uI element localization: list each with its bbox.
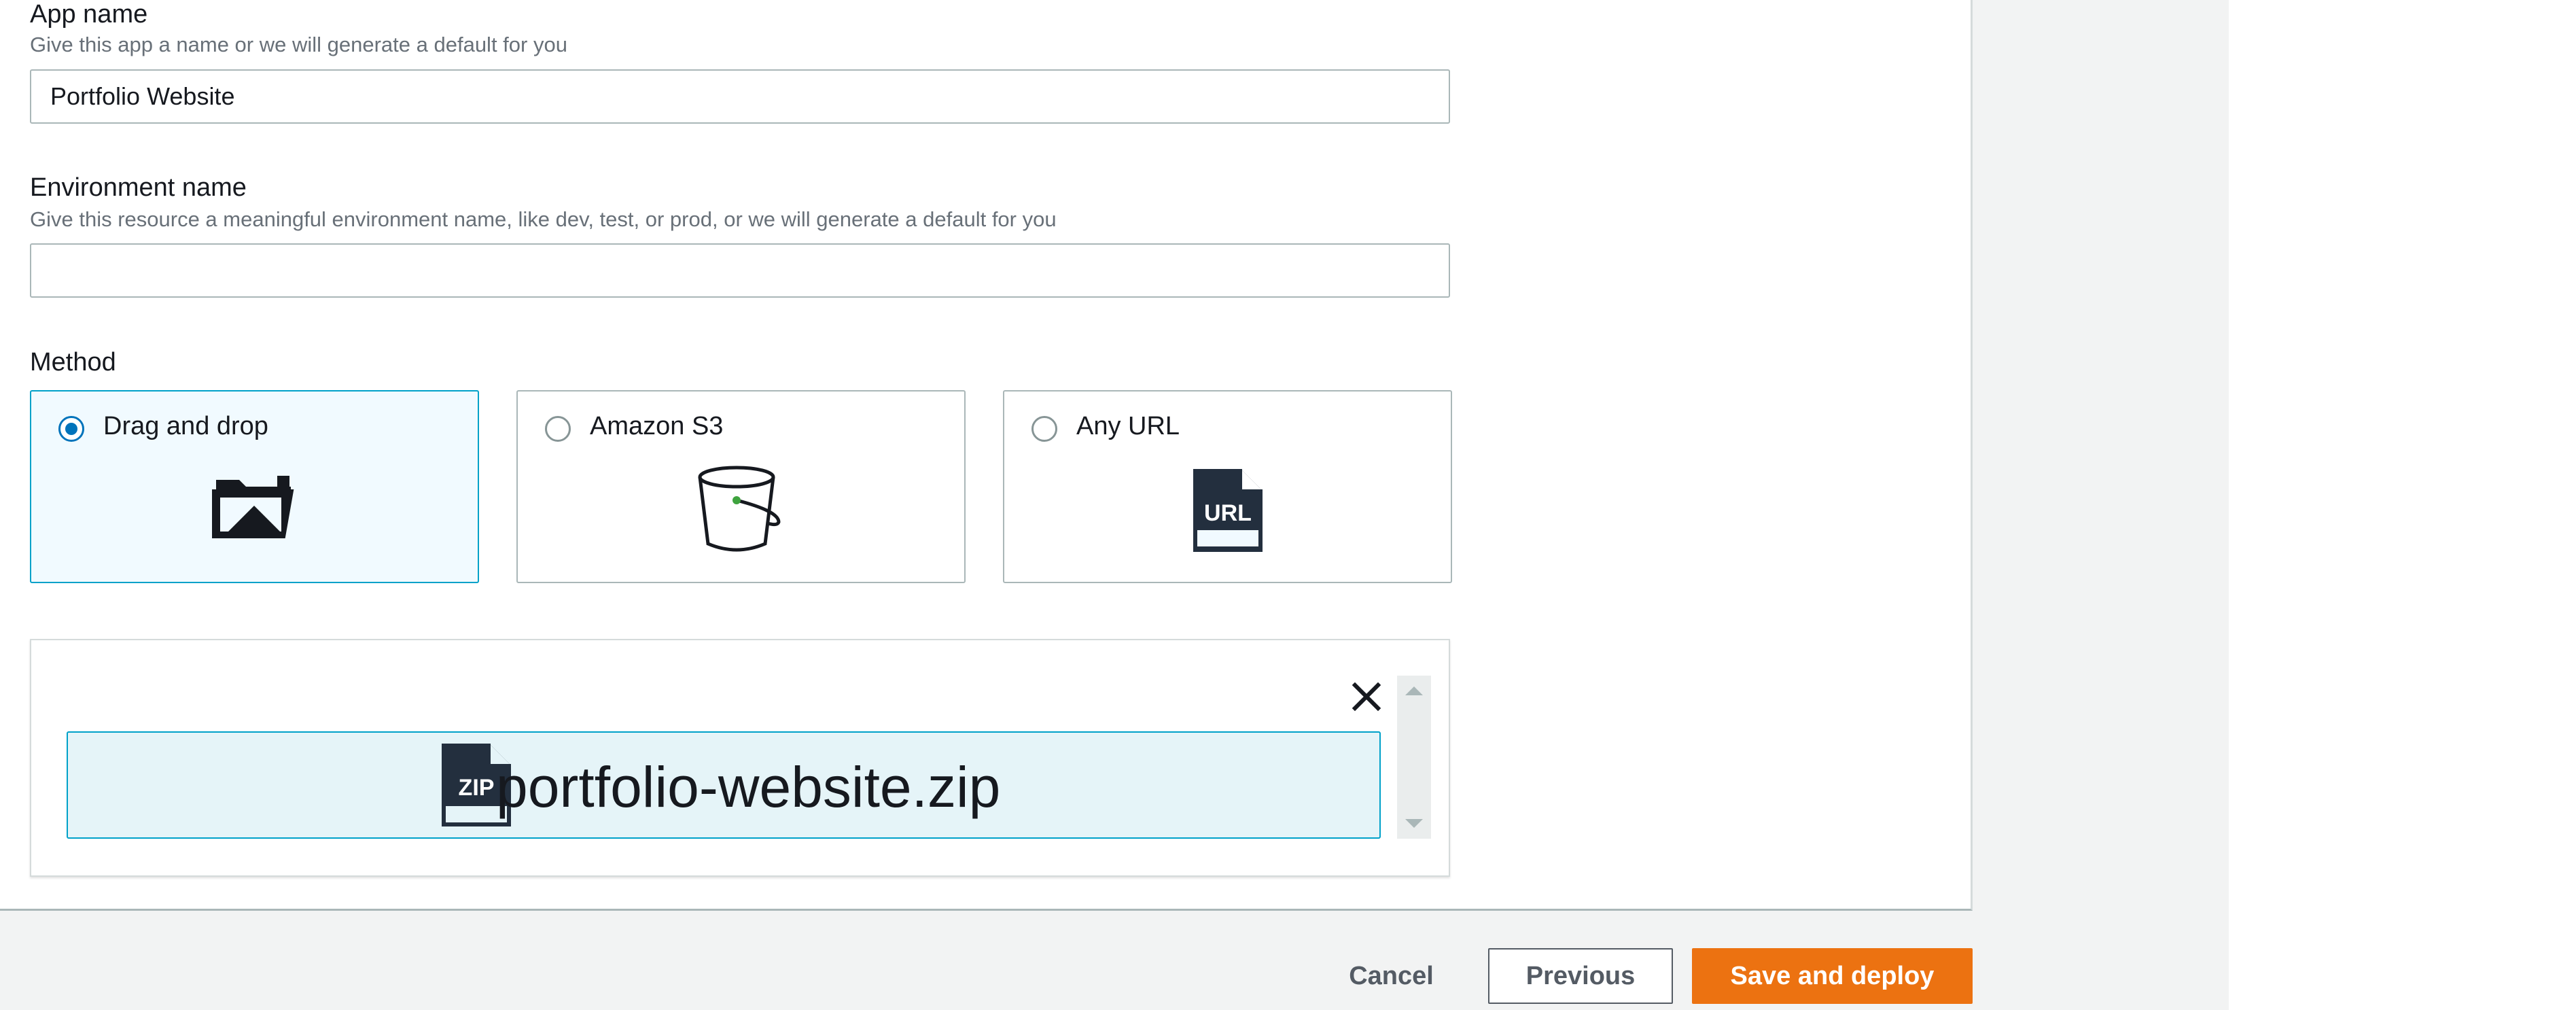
- uploaded-file-item[interactable]: ZIP portfolio-website.zip: [67, 731, 1381, 839]
- cancel-button[interactable]: Cancel: [1325, 948, 1458, 1004]
- s3-bucket-icon: [697, 464, 786, 558]
- environment-name-input[interactable]: [30, 243, 1450, 298]
- previous-button[interactable]: Previous: [1488, 948, 1673, 1004]
- radio-any-url[interactable]: [1031, 416, 1057, 442]
- close-icon[interactable]: [1349, 680, 1383, 714]
- scroll-up-arrow-icon[interactable]: [1405, 686, 1423, 695]
- method-label: Method: [30, 348, 116, 377]
- method-option-any-url[interactable]: Any URL URL: [1003, 390, 1452, 583]
- environment-name-description: Give this resource a meaningful environm…: [30, 207, 1057, 231]
- scroll-down-arrow-icon[interactable]: [1405, 819, 1423, 828]
- right-gutter: [2229, 0, 2576, 1010]
- uploaded-file-name: portfolio-website.zip: [496, 755, 1001, 819]
- upload-dropzone[interactable]: ZIP portfolio-website.zip: [30, 639, 1450, 877]
- method-option-label: Amazon S3: [590, 412, 724, 440]
- form-panel: App name Give this app a name or we will…: [0, 0, 1973, 911]
- radio-drag-and-drop[interactable]: [58, 416, 84, 442]
- folder-upload-icon: [211, 466, 299, 544]
- method-option-amazon-s3[interactable]: Amazon S3: [516, 390, 966, 583]
- url-icon-text: URL: [1204, 500, 1252, 526]
- app-name-input[interactable]: [30, 69, 1450, 124]
- method-option-drag-and-drop[interactable]: Drag and drop: [30, 390, 479, 583]
- radio-amazon-s3[interactable]: [545, 416, 571, 442]
- method-option-label: Any URL: [1076, 412, 1180, 440]
- zip-icon-text: ZIP: [459, 775, 495, 801]
- scrollbar[interactable]: [1397, 676, 1431, 839]
- app-name-description: Give this app a name or we will generate…: [30, 33, 567, 56]
- app-name-label: App name: [30, 0, 148, 29]
- save-and-deploy-button[interactable]: Save and deploy: [1692, 948, 1973, 1004]
- url-file-icon: URL: [1190, 466, 1265, 558]
- method-option-label: Drag and drop: [103, 412, 268, 440]
- environment-name-label: Environment name: [30, 173, 247, 202]
